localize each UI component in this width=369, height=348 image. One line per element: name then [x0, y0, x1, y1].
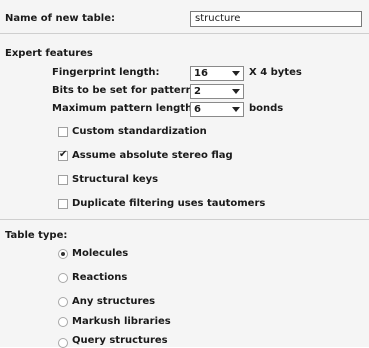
markush-libraries-label: Markush libraries [72, 316, 171, 327]
bits-label: Bits to be set for patterns: [52, 85, 203, 96]
custom-standardization-checkbox[interactable] [58, 127, 68, 137]
section-divider [0, 219, 369, 220]
fingerprint-length-label: Fingerprint length: [52, 67, 160, 78]
molecules-radio[interactable] [58, 249, 68, 259]
fingerprint-unit-label: X 4 bytes [249, 67, 302, 78]
new-table-panel: Name of new table: structure Expert feat… [0, 0, 369, 348]
reactions-label: Reactions [72, 272, 128, 283]
absolute-stereo-checkbox[interactable]: ✔ [58, 149, 68, 161]
any-structures-label: Any structures [72, 296, 156, 307]
markush-libraries-radio[interactable] [58, 317, 68, 327]
table-name-input[interactable]: structure [190, 11, 362, 27]
table-type-heading: Table type: [5, 230, 68, 241]
chevron-down-icon [232, 89, 240, 94]
custom-standardization-label: Custom standardization [72, 126, 207, 137]
bits-value: 2 [194, 86, 201, 97]
max-pattern-value: 6 [194, 104, 201, 115]
chevron-down-icon [232, 107, 240, 112]
fingerprint-length-value: 16 [194, 68, 208, 79]
structural-keys-checkbox[interactable] [58, 175, 68, 185]
chevron-down-icon [232, 71, 240, 76]
max-pattern-label: Maximum pattern length: [52, 103, 197, 114]
duplicate-filtering-label: Duplicate filtering uses tautomers [72, 198, 266, 209]
molecules-label: Molecules [72, 248, 129, 259]
absolute-stereo-label: Assume absolute stereo flag [72, 150, 233, 161]
structural-keys-label: Structural keys [72, 174, 159, 185]
bits-select[interactable]: 2 [190, 84, 244, 99]
radio-selected-dot [61, 252, 65, 256]
table-name-label: Name of new table: [5, 13, 116, 24]
fingerprint-length-select[interactable]: 16 [190, 66, 244, 81]
any-structures-radio[interactable] [58, 297, 68, 307]
expert-features-heading: Expert features [5, 48, 93, 59]
duplicate-filtering-checkbox[interactable] [58, 199, 68, 209]
max-pattern-select[interactable]: 6 [190, 102, 244, 117]
max-pattern-unit-label: bonds [249, 103, 284, 114]
query-structures-label: Query structures [72, 335, 168, 346]
reactions-radio[interactable] [58, 273, 68, 283]
check-mark-icon: ✔ [59, 149, 68, 160]
